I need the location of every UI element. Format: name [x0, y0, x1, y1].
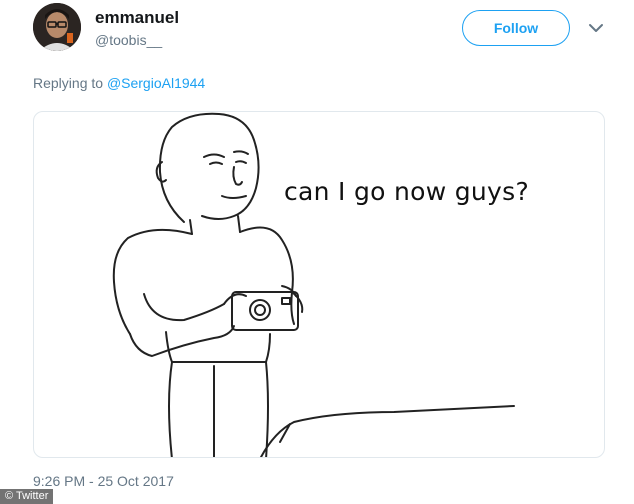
replying-to-prefix: Replying to	[33, 75, 107, 91]
chevron-down-icon[interactable]	[588, 22, 604, 34]
user-avatar[interactable]	[33, 3, 81, 51]
tweet-timestamp[interactable]: 9:26 PM - 25 Oct 2017	[33, 473, 174, 489]
meme-caption: can I go now guys?	[284, 177, 530, 206]
follow-button[interactable]: Follow	[462, 10, 570, 46]
tweet: emmanuel @toobis__ Follow Replying to @S…	[0, 0, 634, 504]
author-name[interactable]: emmanuel	[95, 8, 179, 28]
replying-to: Replying to @SergioAl1944	[33, 75, 205, 91]
reply-mention-link[interactable]: @SergioAl1944	[107, 75, 205, 91]
author-handle[interactable]: @toobis__	[95, 32, 162, 48]
tweet-media-image[interactable]: can I go now guys?	[33, 111, 605, 458]
meme-drawing	[112, 112, 515, 457]
image-credit: © Twitter	[0, 489, 54, 504]
avatar-image	[33, 3, 81, 51]
